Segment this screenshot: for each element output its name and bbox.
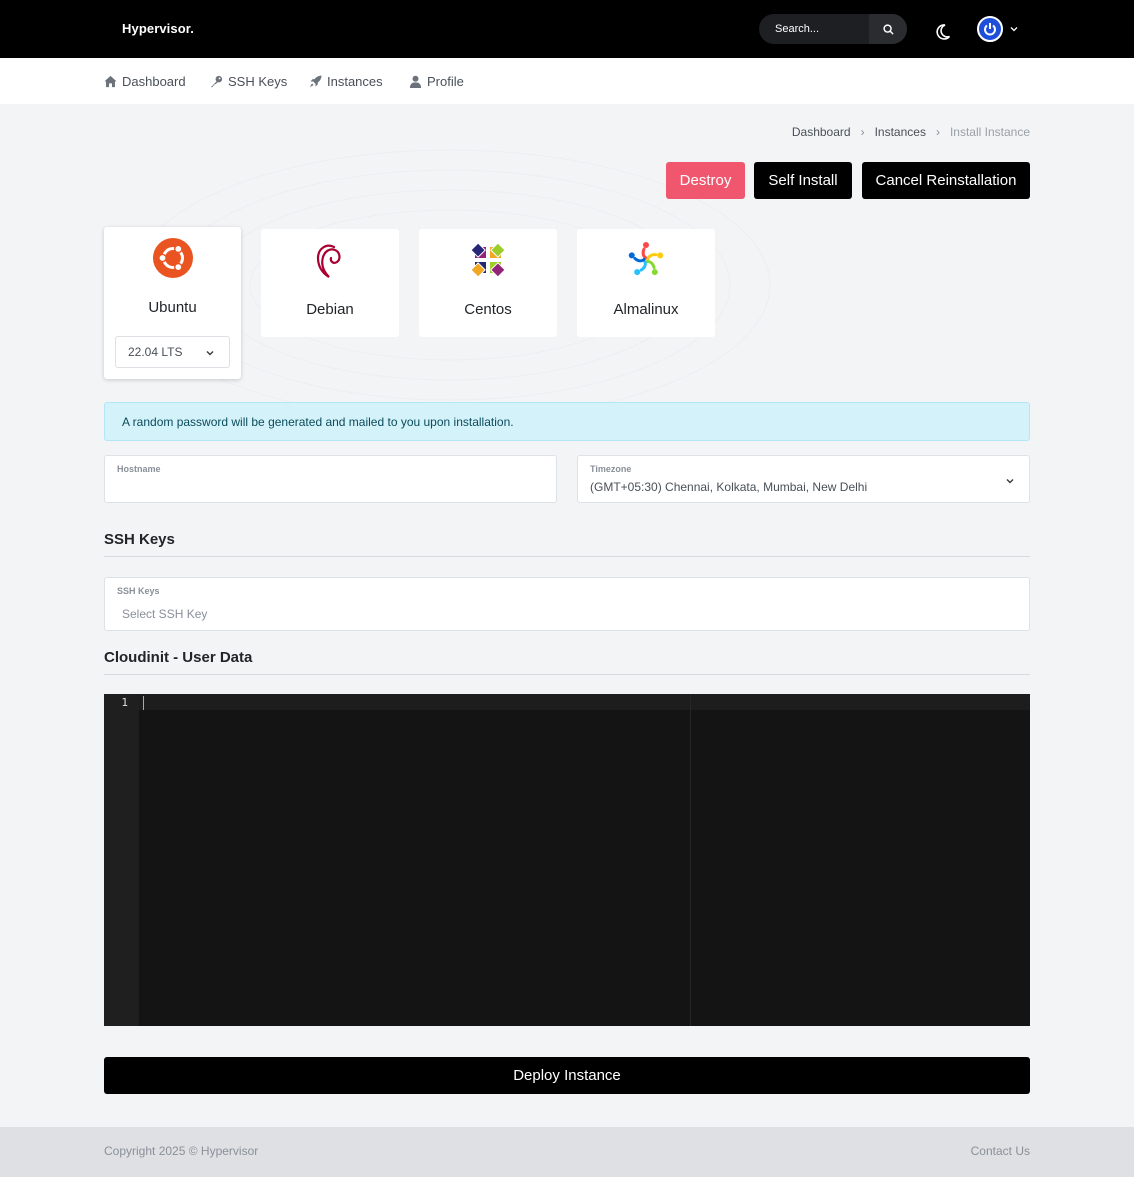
search-button[interactable] — [869, 14, 907, 44]
line-number: 1 — [121, 696, 128, 709]
dark-mode-toggle-icon[interactable] — [935, 20, 955, 40]
ubuntu-logo-icon — [152, 238, 193, 278]
nav-item-profile[interactable]: Profile — [409, 74, 464, 89]
debian-logo-icon — [316, 244, 341, 278]
search-input[interactable] — [759, 14, 871, 44]
key-icon — [210, 75, 223, 88]
nav-item-ssh-keys[interactable]: SSH Keys — [210, 74, 287, 89]
chevron-down-icon — [206, 351, 214, 356]
password-info-alert: A random password will be generated and … — [104, 402, 1030, 441]
search-box — [759, 14, 907, 44]
top-bar: Hypervisor. — [0, 0, 1134, 58]
power-icon — [984, 23, 996, 36]
home-icon — [104, 75, 117, 88]
breadcrumb-instances[interactable]: Instances — [875, 125, 926, 139]
ssh-keys-placeholder: Select SSH Key — [122, 607, 208, 621]
hostname-label: Hostname — [117, 464, 161, 474]
chevron-down-icon — [1006, 479, 1014, 484]
breadcrumb-separator-icon: › — [935, 125, 940, 139]
section-divider — [104, 556, 1030, 557]
nav-item-dashboard[interactable]: Dashboard — [104, 74, 186, 89]
breadcrumb-current: Install Instance — [949, 125, 1030, 139]
rocket-icon — [309, 75, 322, 88]
timezone-label: Timezone — [590, 464, 632, 474]
copyright-text: Copyright 2025 © Hypervisor — [104, 1144, 259, 1158]
nav-label: Dashboard — [122, 74, 186, 89]
os-name-ubuntu: Ubuntu — [148, 299, 197, 316]
footer: Copyright 2025 © Hypervisor Contact Us — [0, 1127, 1134, 1177]
centos-logo-icon — [470, 242, 506, 278]
breadcrumb-separator-icon: › — [860, 125, 865, 139]
ssh-keys-section-title: SSH Keys — [104, 531, 175, 548]
section-divider — [104, 674, 1030, 675]
nav-bar: Dashboard SSH Keys Instances Profile — [0, 58, 1134, 104]
cancel-reinstallation-button[interactable]: Cancel Reinstallation — [862, 162, 1030, 199]
search-icon — [882, 23, 894, 35]
breadcrumb: Dashboard › Instances › Install Instance — [792, 125, 1030, 139]
breadcrumb-dashboard[interactable]: Dashboard — [792, 125, 851, 139]
editor-cursor — [143, 696, 144, 710]
ubuntu-version-select[interactable]: 22.04 LTS — [115, 336, 230, 368]
nav-label: SSH Keys — [228, 74, 288, 89]
editor-active-line — [139, 694, 1030, 710]
deploy-instance-button[interactable]: Deploy Instance — [104, 1057, 1030, 1094]
editor-print-margin — [690, 694, 691, 1026]
user-avatar[interactable] — [977, 16, 1003, 42]
os-card-almalinux[interactable]: Almalinux — [577, 229, 715, 337]
chevron-down-icon[interactable] — [1009, 24, 1019, 34]
user-icon — [409, 75, 422, 88]
hostname-input[interactable] — [117, 480, 544, 498]
os-card-centos[interactable]: Centos — [419, 229, 557, 337]
os-card-debian[interactable]: Debian — [261, 229, 399, 337]
version-value: 22.04 LTS — [128, 345, 183, 359]
nav-label: Profile — [427, 74, 464, 89]
nav-item-instances[interactable]: Instances — [309, 74, 383, 89]
timezone-select[interactable]: Timezone (GMT+05:30) Chennai, Kolkata, M… — [577, 455, 1030, 503]
self-install-button[interactable]: Self Install — [754, 162, 852, 199]
contact-us-link[interactable]: Contact Us — [971, 1144, 1030, 1158]
os-card-ubuntu[interactable]: Ubuntu 22.04 LTS — [104, 227, 241, 379]
hostname-field: Hostname — [104, 455, 557, 503]
destroy-button[interactable]: Destroy — [666, 162, 745, 199]
cloudinit-code-editor[interactable]: 1 — [104, 694, 1030, 1026]
editor-gutter: 1 — [104, 694, 139, 1026]
ssh-keys-label: SSH Keys — [117, 586, 160, 596]
cloudinit-section-title: Cloudinit - User Data — [104, 649, 253, 666]
almalinux-logo-icon — [628, 242, 664, 276]
timezone-value: (GMT+05:30) Chennai, Kolkata, Mumbai, Ne… — [590, 480, 868, 494]
nav-label: Instances — [327, 74, 383, 89]
os-name-debian: Debian — [306, 301, 354, 318]
os-name-almalinux: Almalinux — [613, 301, 679, 318]
brand-logo[interactable]: Hypervisor. — [122, 21, 194, 36]
os-name-centos: Centos — [464, 301, 512, 318]
ssh-keys-select[interactable]: SSH Keys Select SSH Key — [104, 577, 1030, 631]
